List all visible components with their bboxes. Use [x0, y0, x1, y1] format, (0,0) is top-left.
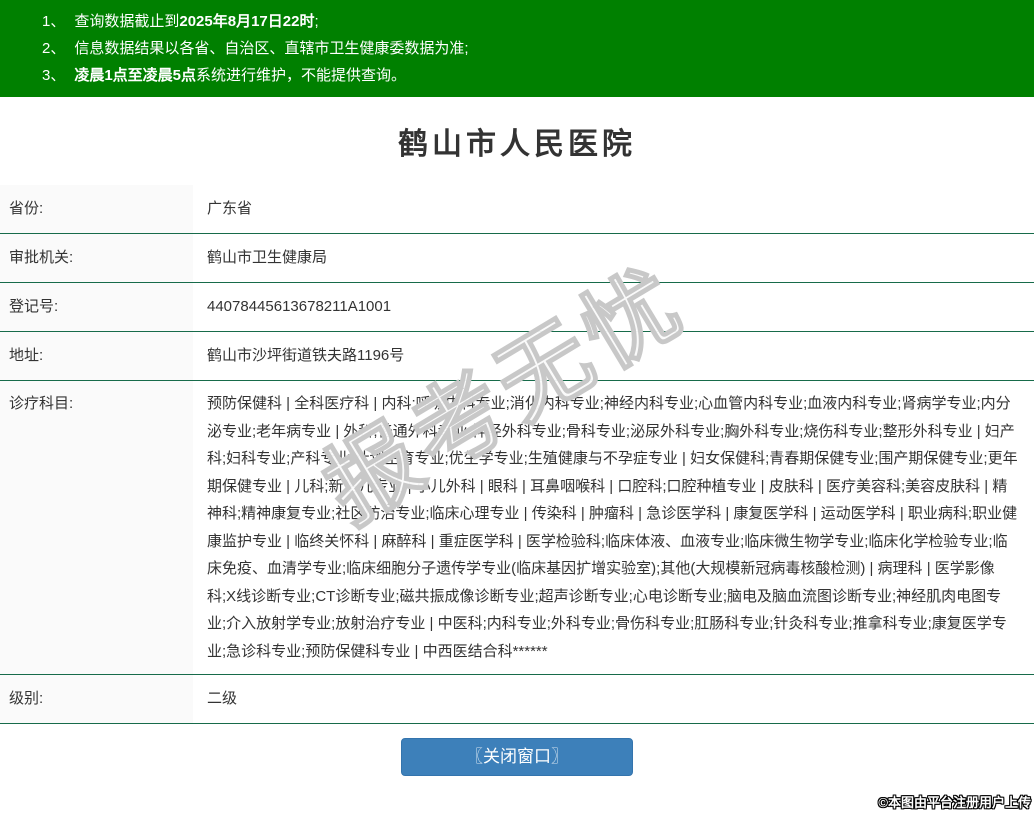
- field-value: 广东省: [193, 185, 1034, 233]
- image-attribution: ©本图由平台注册用户上传: [878, 792, 1031, 811]
- hospital-info-table: 省份: 广东省 审批机关: 鹤山市卫生健康局 登记号: 440784456136…: [0, 185, 1034, 724]
- close-window-button[interactable]: 〖关闭窗口〗: [401, 738, 633, 776]
- button-row: 〖关闭窗口〗: [0, 738, 1034, 776]
- notice-item-number: 3、: [42, 67, 65, 84]
- notice-item-number: 2、: [42, 40, 65, 57]
- notice-item-text: 查询数据截止到: [74, 13, 179, 30]
- field-row-approval-authority: 审批机关: 鹤山市卫生健康局: [0, 234, 1034, 283]
- field-value: 44078445613678211A1001: [193, 283, 1034, 331]
- field-value: 二级: [193, 675, 1034, 723]
- field-label: 级别:: [0, 675, 193, 723]
- field-row-address: 地址: 鹤山市沙坪街道铁夫路1196号: [0, 332, 1034, 381]
- notice-item-number: 1、: [42, 13, 65, 30]
- notice-item: 1、查询数据截止到2025年8月17日22时;: [42, 8, 1014, 35]
- notice-item-text: ;: [314, 13, 318, 30]
- notice-item-bold-text: 2025年8月17日22时: [179, 13, 314, 30]
- field-row-level: 级别: 二级: [0, 675, 1034, 724]
- field-row-registration-number: 登记号: 44078445613678211A1001: [0, 283, 1034, 332]
- notice-bar: 1、查询数据截止到2025年8月17日22时; 2、信息数据结果以各省、自治区、…: [0, 0, 1034, 97]
- field-label: 省份:: [0, 185, 193, 233]
- notice-item-text: 系统进行维护，不能提供查询。: [196, 67, 406, 84]
- field-label: 登记号:: [0, 283, 193, 331]
- notice-item-bold-text: 凌晨1点至凌晨5点: [74, 67, 196, 84]
- field-label: 诊疗科目:: [0, 381, 193, 674]
- hospital-name-title: 鹤山市人民医院: [0, 97, 1034, 185]
- field-value: 预防保健科 | 全科医疗科 | 内科;呼吸内科专业;消化内科专业;神经内科专业;…: [193, 381, 1034, 674]
- field-value: 鹤山市沙坪街道铁夫路1196号: [193, 332, 1034, 380]
- field-row-province: 省份: 广东省: [0, 185, 1034, 234]
- field-label: 审批机关:: [0, 234, 193, 282]
- field-label: 地址:: [0, 332, 193, 380]
- notice-item-text: 信息数据结果以各省、自治区、直辖市卫生健康委数据为准;: [74, 40, 468, 57]
- query-result-page: 1、查询数据截止到2025年8月17日22时; 2、信息数据结果以各省、自治区、…: [0, 0, 1034, 813]
- notice-item: 2、信息数据结果以各省、自治区、直辖市卫生健康委数据为准;: [42, 35, 1014, 62]
- field-value: 鹤山市卫生健康局: [193, 234, 1034, 282]
- notice-item: 3、凌晨1点至凌晨5点系统进行维护，不能提供查询。: [42, 62, 1014, 89]
- field-row-medical-departments: 诊疗科目: 预防保健科 | 全科医疗科 | 内科;呼吸内科专业;消化内科专业;神…: [0, 381, 1034, 675]
